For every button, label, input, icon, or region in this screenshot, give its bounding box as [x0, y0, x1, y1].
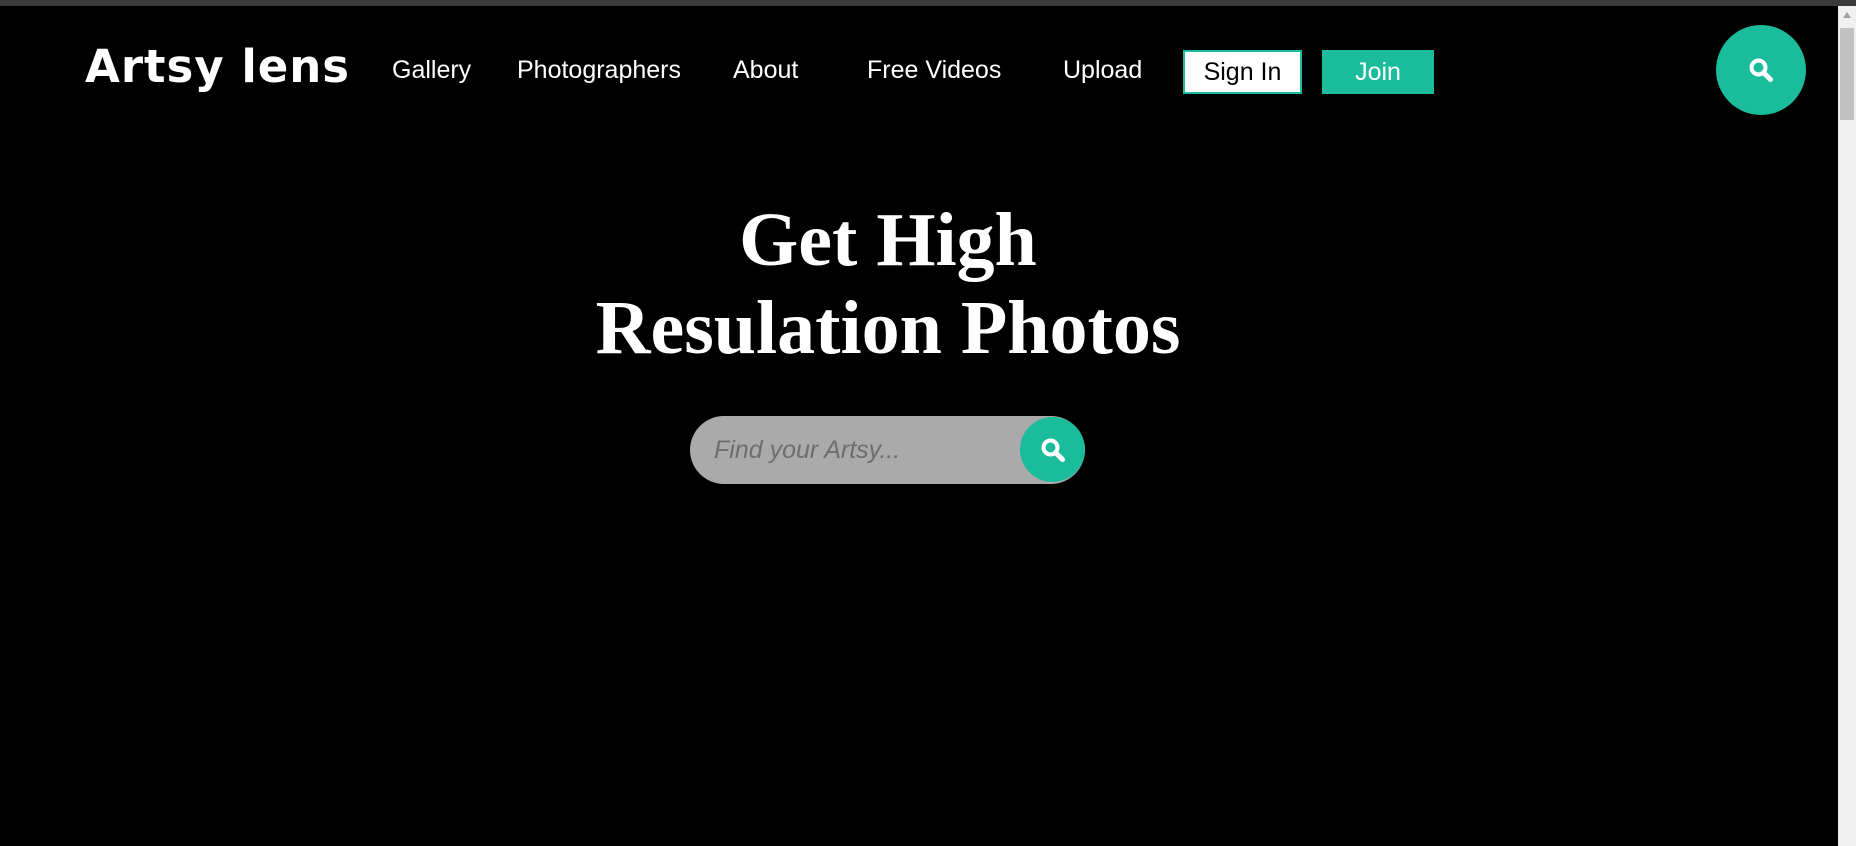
join-button[interactable]: Join [1322, 50, 1434, 94]
hero-title-line-1: Get High [739, 198, 1037, 282]
search-icon [1041, 438, 1065, 462]
nav-item-gallery[interactable]: Gallery [392, 56, 471, 85]
page: Artsy lens Gallery Photographers About F… [0, 6, 1838, 846]
search-input[interactable] [714, 416, 1004, 484]
nav-item-upload[interactable]: Upload [1063, 56, 1142, 85]
hero-search-bar [690, 416, 1085, 484]
nav-item-photographers[interactable]: Photographers [517, 56, 681, 85]
nav-item-free-videos[interactable]: Free Videos [867, 56, 1001, 85]
sign-in-button[interactable]: Sign In [1183, 50, 1302, 94]
vertical-scrollbar[interactable] [1838, 6, 1856, 846]
search-icon [1749, 58, 1773, 82]
hero-title-line-2: Resulation Photos [595, 286, 1181, 370]
nav-item-about[interactable]: About [733, 56, 798, 85]
site-logo[interactable]: Artsy lens [85, 40, 350, 93]
scrollbar-thumb[interactable] [1840, 28, 1854, 120]
search-submit-button[interactable] [1020, 417, 1085, 482]
arrow-up-icon [1843, 12, 1851, 18]
hero-title: Get High Resulation Photos [500, 196, 1276, 372]
scroll-up-button[interactable] [1838, 6, 1856, 24]
header-search-button[interactable] [1716, 25, 1806, 115]
